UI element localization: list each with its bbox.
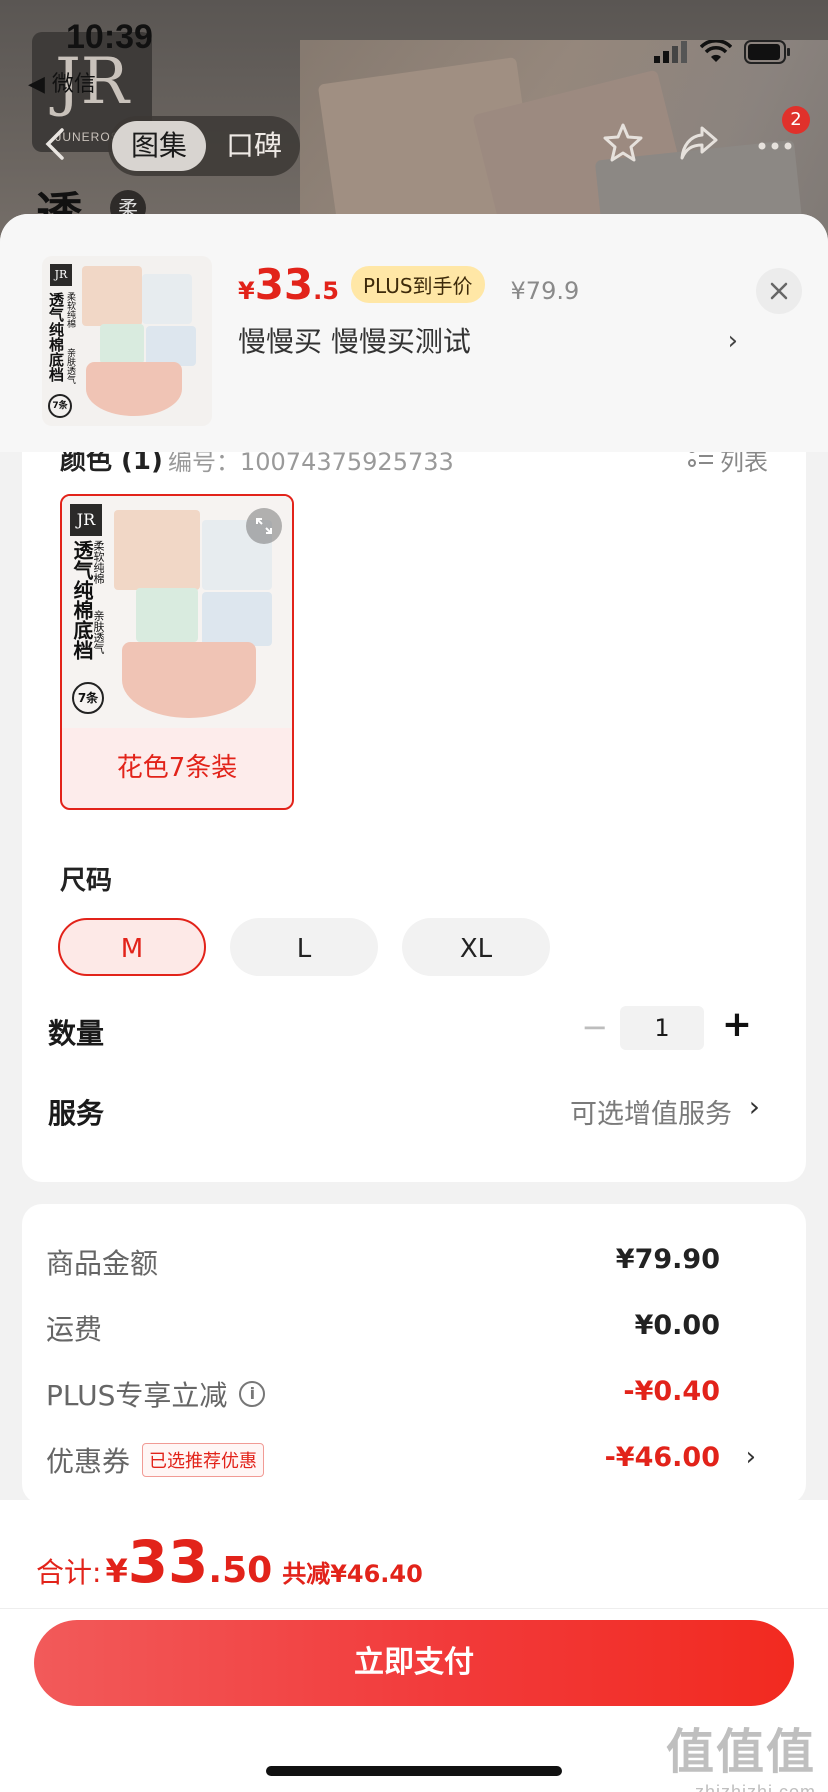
summary-value: ¥79.90 — [615, 1244, 720, 1275]
variant-feature: 亲肤透气 — [92, 610, 105, 654]
battery-icon — [744, 40, 792, 68]
summary-label-text: PLUS专享立减 — [46, 1379, 228, 1412]
quantity-row: 数量 − 1 + — [48, 1000, 788, 1060]
thumb-feature: 亲肤透气 — [65, 348, 75, 384]
summary-label: 优惠券 已选推荐优惠 — [46, 1440, 265, 1480]
summary-row-coupon[interactable]: 优惠券 已选推荐优惠 -¥46.00 › — [46, 1440, 786, 1484]
price-decimal: .5 — [313, 277, 339, 305]
variant-pack — [136, 588, 198, 642]
summary-row-plus-discount: PLUS专享立减 i -¥0.40 — [46, 1374, 786, 1418]
size-options: M L XL — [58, 918, 550, 976]
tab-gallery[interactable]: 图集 — [112, 121, 206, 171]
quantity-input[interactable]: 1 — [620, 1006, 704, 1050]
share-icon[interactable] — [676, 120, 722, 166]
more-icon[interactable]: 2 — [752, 106, 810, 166]
variant-label: 花色7条装 — [116, 753, 238, 783]
summary-label-text: 优惠券 — [46, 1445, 131, 1478]
size-option-xl[interactable]: XL — [402, 918, 550, 976]
quantity-title: 数量 — [48, 1017, 105, 1050]
status-indicators — [654, 39, 792, 68]
watermark: 值值值 zhizhizhi.com — [666, 1712, 816, 1792]
media-tabs: 图集 口碑 — [108, 116, 300, 176]
variant-brand-mark: JR — [70, 504, 102, 536]
service-row[interactable]: 服务 可选增值服务 › — [48, 1080, 788, 1140]
thumb-pack — [146, 326, 196, 366]
variant-pack — [202, 592, 272, 646]
chevron-right-icon: › — [748, 1090, 760, 1123]
service-value: 可选增值服务 — [570, 1099, 732, 1130]
notification-badge: 2 — [782, 106, 810, 134]
thumb-brand-mark: JR — [50, 264, 72, 286]
nav-actions: 2 — [600, 106, 810, 166]
total-integer: 33 — [127, 1528, 209, 1596]
status-time: 10:39 — [66, 18, 153, 56]
price-summary-card: 商品金额 ¥79.90 运费 ¥0.00 PLUS专享立减 i -¥0.40 优… — [22, 1204, 806, 1504]
expand-icon[interactable] — [246, 508, 282, 544]
summary-value: ¥0.00 — [634, 1310, 720, 1341]
total-decimal: .50 — [208, 1550, 273, 1591]
tab-reviews[interactable]: 口碑 — [214, 121, 294, 171]
home-indicator — [266, 1766, 562, 1776]
quantity-decrement-button[interactable]: − — [581, 1008, 608, 1046]
original-price: ¥79.9 — [510, 277, 580, 305]
summary-value: -¥0.40 — [623, 1376, 720, 1407]
chevron-right-icon[interactable]: › — [728, 326, 738, 356]
total-label: 合计: — [36, 1556, 102, 1589]
summary-row-shipping: 运费 ¥0.00 — [46, 1308, 786, 1352]
back-icon[interactable] — [36, 124, 76, 164]
variant-image: JR 透气纯棉底档 柔软纯棉 亲肤透气 7条 — [62, 496, 292, 728]
delivery-address[interactable]: 慢慢买 慢慢买测试 — [238, 320, 738, 360]
variant-product — [122, 642, 256, 718]
price-currency: ¥ — [238, 277, 255, 305]
variant-option-selected[interactable]: JR 透气纯棉底档 柔软纯棉 亲肤透气 7条 花色7条装 — [60, 494, 294, 810]
watermark-url: zhizhizhi.com — [694, 1782, 816, 1792]
watermark-logo: 值值值 — [665, 1726, 816, 1779]
size-option-l[interactable]: L — [230, 918, 378, 976]
quantity-increment-button[interactable]: + — [722, 1004, 752, 1045]
sheet-price-row: ¥ 33 .5 PLUS到手价 ¥79.9 — [238, 260, 579, 309]
summary-value: -¥46.00 — [604, 1442, 720, 1473]
total-currency: ¥ — [105, 1552, 128, 1590]
status-bar: 10:39 ◀ 微信 — [0, 0, 828, 97]
divider — [0, 1608, 828, 1609]
status-back-to-app[interactable]: ◀ 微信 — [28, 66, 96, 98]
size-option-m[interactable]: M — [58, 918, 206, 976]
spec-card: 颜色 (1) 编号：10074375925733 列表 JR 透气纯棉底档 柔软… — [22, 404, 806, 1182]
product-top-nav: 图集 口碑 2 — [0, 106, 828, 180]
thumb-pack — [82, 266, 142, 326]
total-row: 合计: ¥ 33 .50 共减¥46.40 — [36, 1528, 423, 1596]
signal-icon — [654, 41, 688, 67]
star-icon[interactable] — [600, 120, 646, 166]
plus-price-badge: PLUS到手价 — [350, 266, 485, 303]
close-icon[interactable] — [756, 268, 802, 314]
summary-row-goods: 商品金额 ¥79.90 — [46, 1242, 786, 1286]
sheet-header: JR 透气纯棉底档 柔软纯棉 亲肤透气 7条 ¥ 33 .5 PLUS到手价 ¥… — [0, 214, 828, 452]
variant-pack — [114, 510, 200, 590]
thumb-count: 7条 — [48, 394, 72, 418]
service-title: 服务 — [48, 1097, 105, 1130]
summary-label: 商品金额 — [46, 1242, 158, 1282]
variant-feature: 柔软纯棉 — [92, 540, 105, 584]
wifi-icon — [699, 39, 733, 68]
chevron-right-icon: › — [745, 1442, 756, 1472]
summary-label-text: 商品金额 — [46, 1247, 159, 1280]
thumb-pack — [100, 324, 144, 364]
thumb-pack — [142, 274, 192, 324]
price-integer: 33 — [254, 260, 314, 309]
summary-label-text: 运费 — [46, 1313, 103, 1346]
total-savings: 共减¥46.40 — [282, 1560, 423, 1588]
size-title: 尺码 — [60, 866, 113, 896]
variant-count: 7条 — [72, 682, 104, 714]
thumb-feature: 柔软纯棉 — [65, 292, 75, 328]
pay-now-button[interactable]: 立即支付 — [34, 1620, 794, 1706]
coupon-tag: 已选推荐优惠 — [142, 1443, 265, 1477]
product-thumbnail: JR 透气纯棉底档 柔软纯棉 亲肤透气 7条 — [42, 256, 212, 426]
summary-label: 运费 — [46, 1308, 102, 1348]
thumb-product — [86, 362, 182, 416]
summary-label: PLUS专享立减 i — [46, 1374, 266, 1414]
info-icon[interactable]: i — [239, 1381, 266, 1407]
